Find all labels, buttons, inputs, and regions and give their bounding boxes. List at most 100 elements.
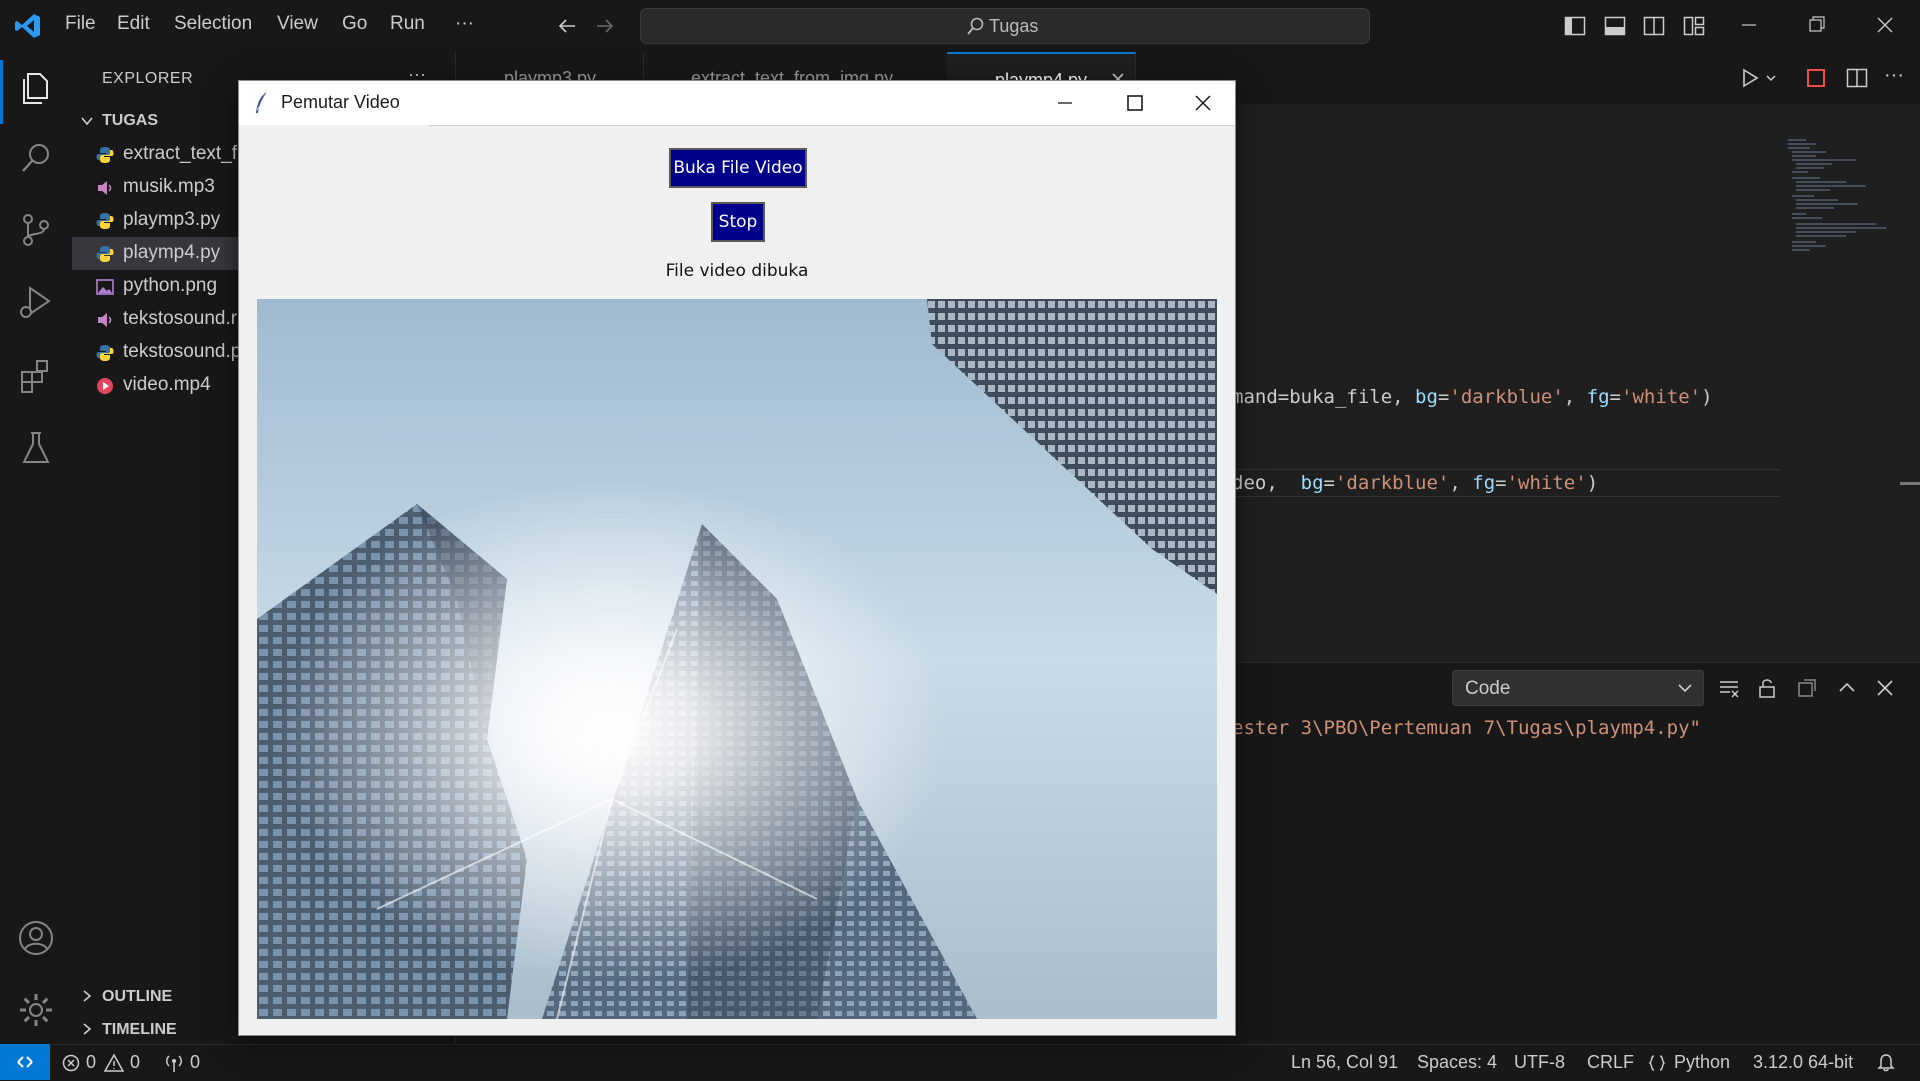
cursor-position[interactable]: Ln 56, Col 91	[1291, 1052, 1398, 1073]
toggle-panel-icon[interactable]	[1604, 15, 1626, 37]
video-file-icon	[97, 378, 113, 394]
notifications-bell-icon[interactable]	[1876, 1052, 1896, 1072]
file-label: tekstosound.r	[123, 308, 238, 329]
code-token: 'white'	[1621, 386, 1702, 408]
code-token: deo,	[1232, 472, 1301, 494]
explorer-title: EXPLORER	[102, 70, 194, 87]
image-file-icon	[96, 279, 114, 295]
menu-more[interactable]: ···	[455, 13, 474, 35]
titlebar-divider	[429, 125, 1235, 126]
python-interpreter[interactable]: 3.12.0 64-bit	[1753, 1052, 1853, 1073]
close-panel-icon[interactable]	[1874, 677, 1896, 699]
tk-feather-icon	[256, 91, 268, 113]
code-token: =	[1323, 472, 1335, 494]
indentation[interactable]: Spaces: 4	[1417, 1052, 1497, 1073]
minimize-icon[interactable]	[1738, 12, 1760, 38]
explorer-icon[interactable]	[16, 68, 56, 108]
remote-icon	[17, 1056, 33, 1068]
extensions-icon[interactable]	[16, 356, 56, 396]
tk-close-icon[interactable]	[1191, 91, 1215, 115]
code-token: ,	[1563, 386, 1587, 408]
maximize-panel-chevron-up-icon[interactable]	[1836, 677, 1858, 699]
chevron-down-icon	[1678, 684, 1692, 693]
output-line: ester 3\PBO\Pertemuan 7\Tugas\playmp4.py…	[1232, 717, 1701, 739]
python-file-icon	[96, 213, 114, 229]
back-arrow-icon[interactable]	[555, 14, 579, 38]
encoding[interactable]: UTF-8	[1514, 1052, 1565, 1073]
language-mode[interactable]: Python	[1648, 1052, 1738, 1074]
audio-file-icon	[98, 313, 112, 327]
tk-minimize-icon[interactable]	[1053, 91, 1077, 115]
file-label: tekstosound.p	[123, 341, 242, 362]
restore-icon[interactable]	[1806, 12, 1828, 38]
code-token: bg	[1415, 386, 1438, 408]
lock-scroll-icon[interactable]	[1756, 677, 1778, 699]
code-token: ,	[1449, 472, 1473, 494]
file-label: musik.mp3	[123, 176, 215, 197]
scrollbar-marker[interactable]	[1900, 482, 1920, 485]
video-frame	[257, 299, 1217, 1019]
stop-icon[interactable]	[1806, 68, 1826, 88]
braces-icon	[1648, 1055, 1666, 1071]
close-window-icon[interactable]	[1874, 12, 1896, 38]
account-icon[interactable]	[16, 918, 56, 958]
search-view-icon[interactable]	[16, 138, 56, 178]
code-token: 'white'	[1506, 472, 1587, 494]
tk-maximize-icon[interactable]	[1123, 91, 1147, 115]
output-channel-select[interactable]: Code	[1452, 670, 1704, 706]
problems-indicator[interactable]: 0 0	[62, 1052, 152, 1074]
video-player-titlebar[interactable]: Pemutar Video	[239, 81, 1235, 125]
line-endings[interactable]: CRLF	[1587, 1052, 1634, 1073]
customize-layout-icon[interactable]	[1683, 15, 1705, 37]
menu-selection[interactable]: Selection	[174, 13, 252, 35]
code-line-button-open: mand=buka_file, bg='darkblue', fg='white…	[1232, 386, 1713, 408]
ports-indicator[interactable]: 0	[164, 1052, 214, 1074]
split-editor-icon[interactable]	[1846, 67, 1868, 89]
menu-view[interactable]: View	[277, 13, 318, 35]
source-control-icon[interactable]	[16, 210, 56, 250]
code-token: =	[1437, 386, 1450, 408]
vscode-logo-icon	[15, 14, 40, 38]
code-token: 'darkblue'	[1449, 386, 1564, 408]
command-center-search[interactable]: Tugas	[640, 8, 1370, 44]
run-file-icon[interactable]	[1739, 67, 1761, 89]
toggle-secondary-sidebar-icon[interactable]	[1643, 15, 1665, 37]
code-token: )	[1701, 386, 1713, 408]
warning-icon	[104, 1054, 124, 1072]
editor-more-actions[interactable]: ···	[1884, 64, 1904, 87]
code-token: )	[1586, 472, 1599, 494]
open-output-in-editor-icon[interactable]	[1796, 677, 1818, 699]
chevron-right-icon	[83, 990, 92, 1002]
menu-edit[interactable]: Edit	[117, 13, 150, 35]
remote-indicator-button[interactable]	[0, 1044, 50, 1080]
video-status-label: File video dibuka	[665, 261, 809, 281]
outline-label: OUTLINE	[102, 988, 173, 1005]
menu-run[interactable]: Run	[390, 13, 425, 35]
run-debug-icon[interactable]	[16, 282, 56, 322]
toggle-primary-sidebar-icon[interactable]	[1564, 15, 1586, 37]
clear-output-icon[interactable]	[1718, 677, 1740, 699]
forward-arrow-icon[interactable]	[593, 14, 617, 38]
ports-count: 0	[190, 1052, 201, 1072]
stop-video-button[interactable]: Stop	[711, 202, 765, 242]
open-video-button[interactable]: Buka File Video	[669, 148, 807, 188]
settings-gear-icon[interactable]	[16, 990, 56, 1030]
command-center-label: Tugas	[989, 16, 1039, 36]
file-label: playmp4.py	[123, 242, 221, 263]
video-player-title: Pemutar Video	[281, 92, 400, 112]
active-view-indicator	[0, 60, 3, 124]
output-channel-value: Code	[1465, 678, 1511, 699]
run-dropdown-chevron-icon[interactable]	[1765, 72, 1777, 84]
code-token: mand=buka_file,	[1232, 386, 1416, 408]
timeline-label: TIMELINE	[102, 1021, 177, 1038]
code-token: =	[1495, 472, 1507, 494]
video-player-window: Pemutar Video Buka File Video Stop File …	[238, 80, 1236, 1036]
file-label: extract_text_f	[123, 143, 238, 164]
menu-go[interactable]: Go	[342, 13, 367, 35]
menu-file[interactable]: File	[65, 13, 96, 35]
python-file-icon	[96, 345, 114, 361]
broadcast-icon	[166, 1055, 182, 1072]
minimap[interactable]	[1786, 138, 1896, 278]
search-icon	[967, 17, 984, 35]
testing-flask-icon[interactable]	[16, 428, 56, 468]
